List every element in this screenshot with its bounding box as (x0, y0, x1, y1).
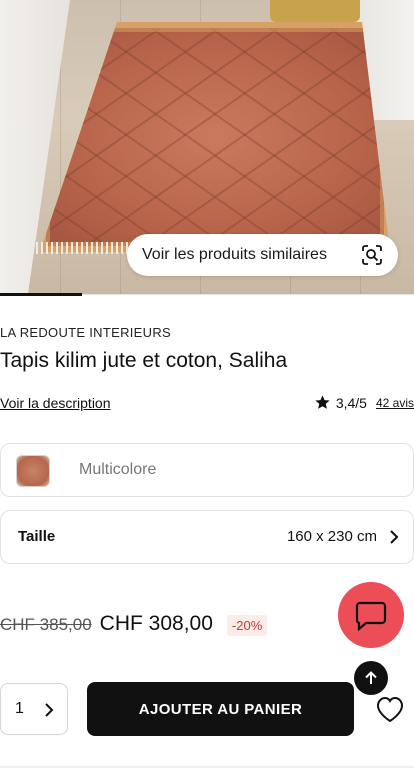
similar-products-label: Voir les produits similaires (142, 246, 327, 263)
discount-badge: -20% (226, 615, 268, 636)
description-link[interactable]: Voir la description (0, 395, 111, 411)
rug-border (40, 22, 390, 252)
size-value: 160 x 230 cm (286, 528, 377, 545)
size-label: Taille (18, 528, 56, 545)
reviews-link[interactable]: 42 avis (376, 396, 414, 410)
chevron-right-icon (390, 530, 399, 544)
rating-value: 3,4/5 (335, 394, 367, 411)
current-price: CHF 308,00 (99, 612, 213, 635)
brand-name: LA REDOUTE INTERIEURS (0, 325, 171, 340)
star-icon (315, 395, 330, 409)
color-name: Multicolore (79, 461, 157, 478)
similar-products-button[interactable]: Voir les produits similaires (127, 234, 398, 276)
image-search-icon (362, 245, 382, 265)
heart-icon[interactable] (374, 694, 406, 724)
arrow-up-icon (365, 671, 377, 684)
gallery-progress-indicator (0, 293, 82, 296)
rating: 3,4/5 42 avis (314, 394, 414, 411)
chat-button[interactable] (338, 582, 404, 648)
color-selector[interactable]: Multicolore (0, 443, 414, 497)
chat-icon (355, 601, 387, 631)
product-title: Tapis kilim jute et coton, Saliha (0, 349, 288, 372)
product-image[interactable]: Voir les produits similaires (0, 0, 414, 294)
old-price: CHF 385,00 (0, 615, 92, 634)
scroll-top-button[interactable] (354, 661, 388, 695)
chevron-right-icon (45, 703, 54, 717)
quantity-value: 1 (15, 700, 24, 717)
quantity-selector[interactable]: 1 (0, 683, 68, 735)
size-selector[interactable]: Taille 160 x 230 cm (0, 510, 414, 564)
add-to-cart-button[interactable]: AJOUTER AU PANIER (87, 682, 354, 736)
furniture (270, 0, 360, 22)
color-swatch (16, 455, 50, 487)
price-block: CHF 385,00 CHF 308,00 -20% (0, 612, 268, 636)
